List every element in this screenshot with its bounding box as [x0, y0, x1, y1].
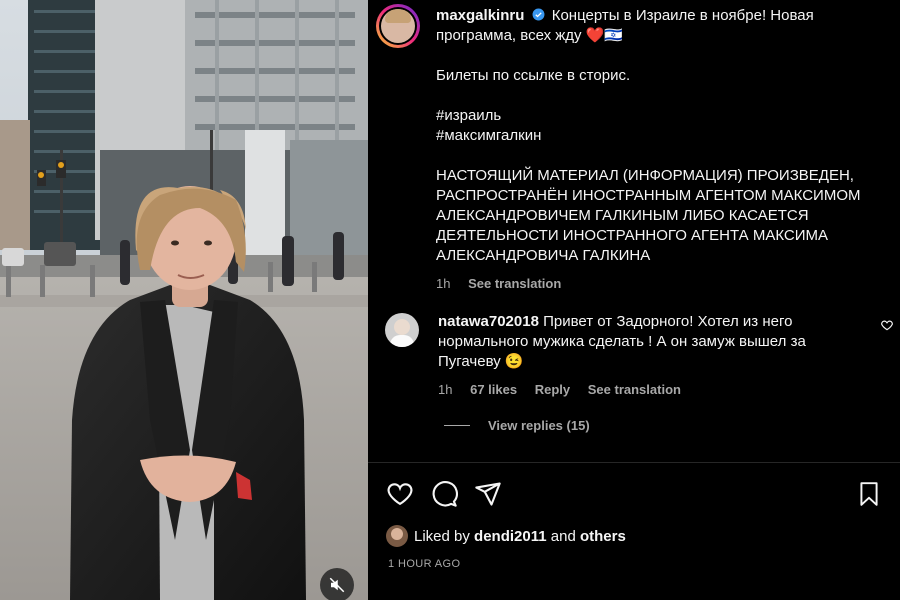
comment-icon[interactable] — [430, 480, 458, 508]
post-caption: maxgalkinru Концерты в Израиле в ноябре!… — [436, 6, 886, 294]
comment-see-translation[interactable]: See translation — [588, 382, 681, 397]
mute-button[interactable] — [320, 568, 354, 600]
view-replies-line — [444, 425, 470, 426]
comment-meta: 1h 67 likes Reply See translation — [438, 380, 838, 400]
post-panel: maxgalkinru Концерты в Израиле в ноябре!… — [368, 0, 900, 600]
view-replies[interactable]: View replies (15) — [444, 418, 590, 433]
verified-badge-icon — [532, 8, 545, 21]
caption-time: 1h — [436, 276, 451, 291]
action-bar — [386, 480, 882, 510]
post-video[interactable] — [0, 0, 368, 600]
liked-user[interactable]: dendi2011 — [474, 528, 547, 545]
commenter-avatar[interactable] — [385, 313, 419, 347]
hashtag-maxgalkin[interactable]: #максимгалкин — [436, 127, 541, 144]
author-username[interactable]: maxgalkinru — [436, 7, 524, 24]
liked-others[interactable]: others — [580, 528, 626, 545]
comment-reply-button[interactable]: Reply — [535, 382, 570, 397]
author-avatar[interactable] — [376, 4, 420, 48]
caption-meta: 1h See translation — [436, 274, 886, 294]
caption-see-translation[interactable]: See translation — [468, 276, 561, 291]
bookmark-icon[interactable] — [856, 480, 882, 508]
comment-time: 1h — [438, 382, 453, 397]
caption-emoji: ❤️🇮🇱 — [585, 27, 624, 44]
liked-by: Liked by dendi2011 and others — [386, 525, 626, 547]
divider — [368, 462, 900, 463]
caption-disclaimer: НАСТОЯЩИЙ МАТЕРИАЛ (ИНФОРМАЦИЯ) ПРОИЗВЕД… — [436, 167, 861, 264]
small-heart-icon[interactable] — [880, 318, 894, 332]
liked-prefix: Liked by — [414, 527, 470, 545]
comment-username[interactable]: natawa702018 — [438, 313, 539, 330]
liked-and: and — [550, 527, 576, 545]
caption-tickets: Билеты по ссылке в сторис. — [436, 67, 631, 84]
mute-icon — [329, 577, 345, 593]
liker-avatar[interactable] — [386, 525, 408, 547]
hashtag-israel[interactable]: #израиль — [436, 107, 501, 124]
comment: natawa702018 Привет от Задорного! Хотел … — [438, 312, 838, 400]
view-replies-label: View replies (15) — [488, 418, 590, 433]
comment-likes[interactable]: 67 likes — [470, 382, 517, 397]
video-frame — [0, 0, 368, 600]
post-time-ago: 1 HOUR AGO — [388, 558, 461, 570]
share-icon[interactable] — [474, 480, 502, 508]
heart-icon[interactable] — [386, 480, 414, 508]
